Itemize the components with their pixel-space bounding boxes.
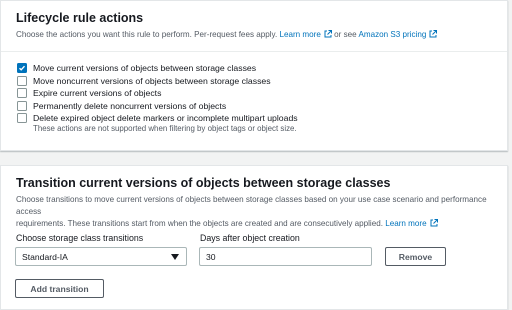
lifecycle-desc-text: Choose the actions you want this rule to… xyxy=(16,30,278,39)
external-link-icon xyxy=(430,219,438,227)
lifecycle-rule-actions-panel: Lifecycle rule actions Choose the action… xyxy=(0,0,508,151)
transition-title: Transition current versions of objects b… xyxy=(16,176,391,190)
lifecycle-description: Choose the actions you want this rule to… xyxy=(16,29,492,41)
transition-desc-line2-wrap: requirements. These transitions start fr… xyxy=(16,218,492,230)
checkbox[interactable] xyxy=(17,113,27,124)
action-delete-noncurrent[interactable]: Permanently delete noncurrent versions o… xyxy=(17,100,298,113)
action-move-noncurrent[interactable]: Move noncurrent versions of objects betw… xyxy=(17,75,298,88)
checkbox[interactable] xyxy=(17,100,27,111)
caret-down-icon xyxy=(171,254,179,260)
transition-desc-line1: Choose transitions to move current versi… xyxy=(16,195,487,216)
days-value: 30 xyxy=(206,251,216,262)
transition-desc-line2: requirements. These transitions start fr… xyxy=(16,219,383,228)
days-input[interactable]: 30 xyxy=(199,247,372,266)
or-see-text: or see xyxy=(334,30,357,39)
storage-class-value: Standard-IA xyxy=(22,251,68,262)
actions-checkbox-list: Move current versions of objects between… xyxy=(17,62,298,134)
action-delete-markers[interactable]: Delete expired object delete markers or … xyxy=(17,112,298,125)
learn-more-link[interactable]: Learn more xyxy=(385,219,438,228)
external-link-icon xyxy=(324,30,332,38)
action-move-current[interactable]: Move current versions of objects between… xyxy=(17,62,298,75)
divider xyxy=(1,51,507,52)
transition-description: Choose transitions to move current versi… xyxy=(16,194,492,230)
checkbox-checked[interactable] xyxy=(17,63,27,74)
checkbox[interactable] xyxy=(17,88,27,99)
learn-more-link[interactable]: Learn more xyxy=(279,30,332,39)
add-transition-button[interactable]: Add transition xyxy=(15,279,104,298)
actions-hint: These actions are not supported when fil… xyxy=(33,123,297,133)
lifecycle-title: Lifecycle rule actions xyxy=(16,11,144,25)
storage-class-label: Choose storage class transitions xyxy=(16,233,144,243)
remove-button[interactable]: Remove xyxy=(385,247,446,266)
checkbox[interactable] xyxy=(17,75,27,86)
action-label: Move current versions of objects between… xyxy=(33,63,257,74)
action-label: Expire current versions of objects xyxy=(33,88,162,99)
action-label: Delete expired object delete markers or … xyxy=(33,113,298,124)
days-label: Days after object creation xyxy=(200,233,300,243)
action-label: Move noncurrent versions of objects betw… xyxy=(33,75,271,86)
external-link-icon xyxy=(429,30,438,38)
checkmark-icon xyxy=(19,65,26,72)
action-label: Permanently delete noncurrent versions o… xyxy=(33,100,227,111)
action-expire-current[interactable]: Expire current versions of objects xyxy=(17,87,298,100)
storage-class-select[interactable]: Standard-IA xyxy=(15,247,187,266)
s3-pricing-link[interactable]: Amazon S3 pricing xyxy=(358,30,438,39)
